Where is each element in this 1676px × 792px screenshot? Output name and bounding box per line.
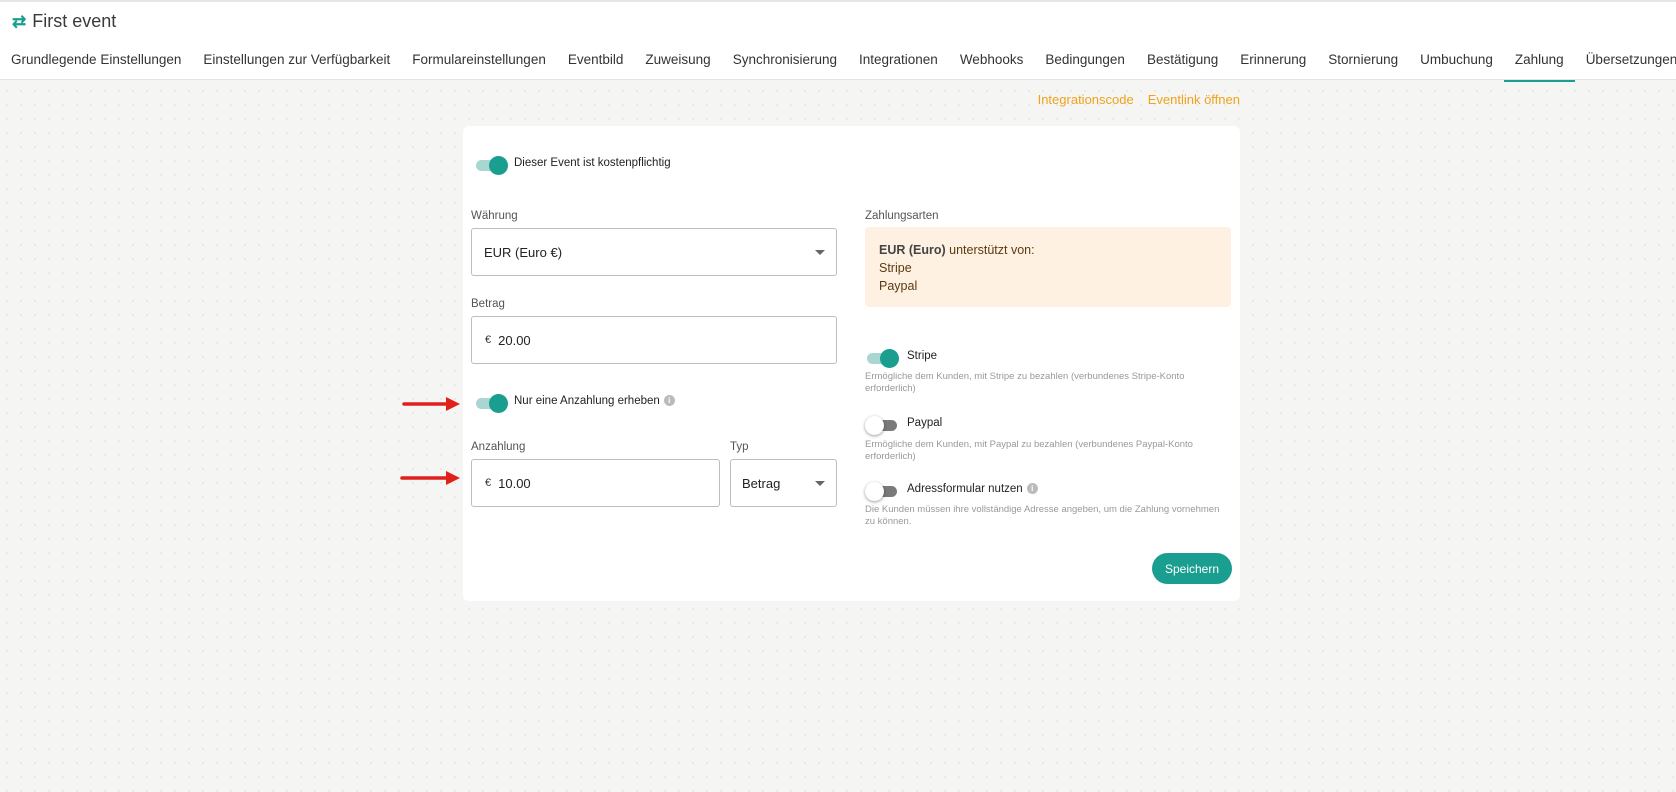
tab-erinnerung[interactable]: Erinnerung — [1229, 46, 1317, 82]
tab-umbuchung[interactable]: Umbuchung — [1409, 46, 1504, 82]
deposit-toggle[interactable] — [474, 394, 508, 413]
tab-verfuegbarkeit[interactable]: Einstellungen zur Verfügbarkeit — [192, 46, 401, 82]
integration-code-link[interactable]: Integrationscode — [1038, 92, 1134, 107]
notice-heading: EUR (Euro) unterstützt von: — [879, 241, 1217, 259]
toggle-knob — [880, 349, 899, 368]
tab-synchronisierung[interactable]: Synchronisierung — [722, 46, 848, 82]
tab-stornierung[interactable]: Stornierung — [1317, 46, 1409, 82]
paypal-label: Paypal — [907, 417, 943, 429]
info-icon[interactable]: i — [1026, 483, 1038, 495]
amount-input[interactable]: € 20.00 — [471, 316, 837, 364]
title-row: ⇄ First event — [12, 11, 116, 32]
stripe-toggle[interactable] — [865, 349, 899, 368]
address-form-text: Adressformular nutzen — [907, 483, 1023, 495]
paid-event-label: Dieser Event ist kostenpflichtig — [514, 157, 671, 169]
chevron-down-icon — [815, 481, 825, 486]
toggle-knob — [489, 394, 508, 413]
amount-label: Betrag — [471, 298, 505, 310]
deposit-label: Anzahlung — [471, 441, 526, 453]
payment-methods-label: Zahlungsarten — [865, 210, 939, 222]
notice-item: Stripe — [879, 261, 912, 275]
tab-formulareinstellungen[interactable]: Formulareinstellungen — [401, 46, 557, 82]
address-form-toggle[interactable] — [865, 482, 899, 501]
tab-webhooks[interactable]: Webhooks — [949, 46, 1035, 82]
deposit-value: 10.00 — [498, 475, 531, 491]
deposit-toggle-text: Nur eine Anzahlung erheben — [514, 395, 660, 407]
notice-currency: EUR (Euro) — [879, 243, 946, 257]
paypal-description: Ermögliche dem Kunden, mit Paypal zu bez… — [865, 439, 1193, 462]
stripe-label: Stripe — [907, 350, 938, 362]
page-title: First event — [32, 11, 117, 31]
tab-zahlung[interactable]: Zahlung — [1503, 46, 1575, 82]
info-icon[interactable]: i — [663, 395, 675, 407]
page-header: ⇄ First event Grundlegende Einstellungen… — [0, 0, 1676, 82]
deposit-input[interactable]: € 10.00 — [471, 459, 720, 507]
toggle-knob — [865, 482, 884, 501]
save-button[interactable]: Speichern — [1152, 553, 1232, 584]
type-select[interactable]: Betrag — [730, 459, 837, 507]
supported-providers-notice: EUR (Euro) unterstützt von: Stripe Paypa… — [865, 227, 1231, 307]
notice-item: Paypal — [879, 279, 918, 293]
address-form-description: Die Kunden müssen ihre vollständige Adre… — [865, 504, 1220, 527]
paypal-toggle[interactable] — [865, 416, 899, 435]
tab-uebersetzungen[interactable]: Übersetzungen — [1575, 46, 1676, 82]
toggle-knob — [865, 416, 884, 435]
toggle-knob — [489, 156, 508, 175]
tab-bar: Grundlegende Einstellungen Einstellungen… — [0, 46, 1676, 82]
notice-text: unterstützt von: — [945, 243, 1035, 257]
stripe-description: Ermögliche dem Kunden, mit Stripe zu bez… — [865, 371, 1185, 394]
annotation-arrow-icon — [400, 471, 460, 485]
tab-zuweisung[interactable]: Zuweisung — [634, 46, 721, 82]
amount-value: 20.00 — [498, 332, 531, 348]
euro-symbol: € — [485, 334, 492, 346]
type-value: Betrag — [742, 475, 781, 491]
tab-bedingungen[interactable]: Bedingungen — [1034, 46, 1136, 82]
euro-symbol: € — [485, 477, 492, 489]
paid-event-toggle[interactable] — [474, 156, 508, 175]
tab-grundlegende-einstellungen[interactable]: Grundlegende Einstellungen — [0, 46, 192, 82]
chevron-down-icon — [815, 250, 825, 255]
open-event-link[interactable]: Eventlink öffnen — [1148, 92, 1240, 107]
tab-bestaetigung[interactable]: Bestätigung — [1136, 46, 1229, 82]
tab-integrationen[interactable]: Integrationen — [848, 46, 949, 82]
currency-label: Währung — [471, 210, 518, 222]
address-form-label: Adressformular nutzen i — [907, 483, 1038, 495]
deposit-toggle-label: Nur eine Anzahlung erheben i — [514, 395, 675, 407]
type-label: Typ — [730, 441, 749, 453]
swap-arrows-icon: ⇄ — [12, 11, 27, 31]
payment-settings-card: Dieser Event ist kostenpflichtig Währung… — [463, 126, 1240, 601]
tab-eventbild[interactable]: Eventbild — [557, 46, 635, 82]
annotation-arrow-icon — [402, 397, 460, 411]
top-links: Integrationscode Eventlink öffnen — [1038, 92, 1240, 107]
currency-value: EUR (Euro €) — [484, 244, 563, 260]
currency-select[interactable]: EUR (Euro €) — [471, 228, 837, 276]
